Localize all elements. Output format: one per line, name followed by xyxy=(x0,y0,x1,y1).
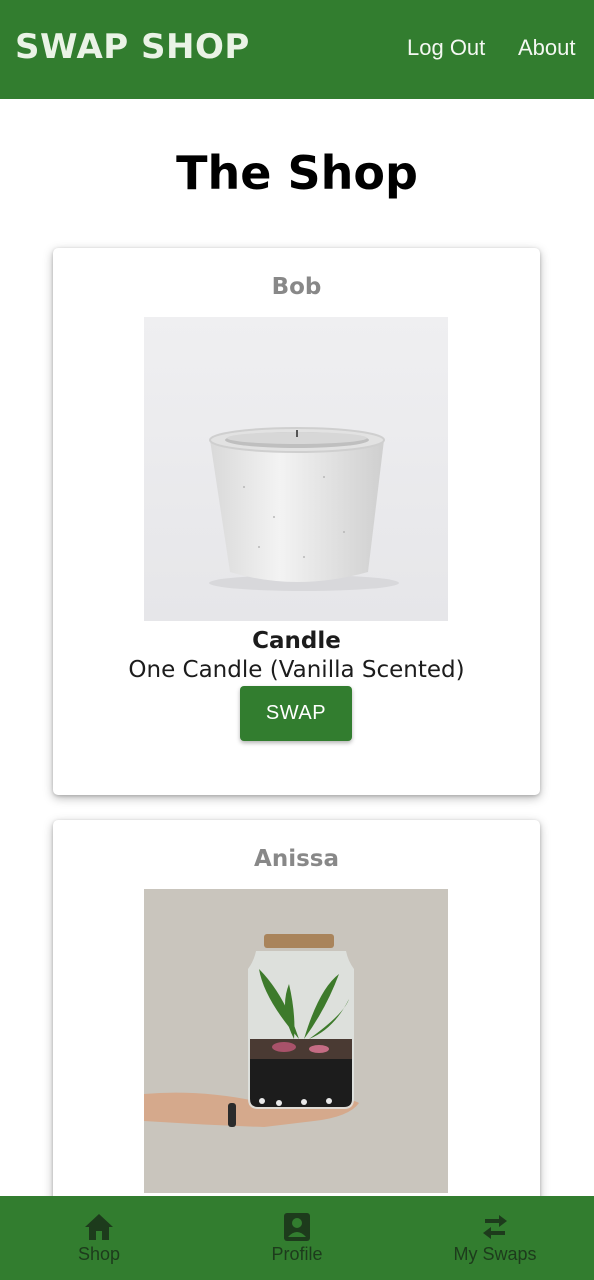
item-description: One Candle (Vanilla Scented) xyxy=(128,657,465,683)
item-card: Bob Candle One Candle (Vanilla Scented) … xyxy=(53,248,540,795)
item-owner: Anissa xyxy=(254,846,339,872)
profile-icon xyxy=(281,1212,313,1242)
tab-profile[interactable]: Profile xyxy=(198,1196,396,1280)
swap-arrows-icon xyxy=(479,1212,511,1242)
app-header: SWAP SHOP Log Out About xyxy=(0,0,594,99)
tab-shop-label: Shop xyxy=(77,1244,121,1264)
tab-my-swaps[interactable]: My Swaps xyxy=(396,1196,594,1280)
tab-profile-label: Profile xyxy=(271,1244,323,1264)
item-photo-candle xyxy=(144,317,448,621)
item-photo-terrarium xyxy=(144,889,448,1193)
page-title: The Shop xyxy=(176,146,418,200)
tab-my-swaps-label: My Swaps xyxy=(453,1244,537,1264)
logout-link[interactable]: Log Out xyxy=(407,35,485,61)
bottom-navigation: Shop Profile My Swaps xyxy=(0,1196,594,1280)
brand-title[interactable]: SWAP SHOP xyxy=(15,27,250,67)
home-icon xyxy=(83,1212,115,1242)
swap-button[interactable]: SWAP xyxy=(240,686,352,741)
item-name: Candle xyxy=(252,628,341,654)
tab-shop[interactable]: Shop xyxy=(0,1196,198,1280)
item-owner: Bob xyxy=(271,274,322,300)
about-link[interactable]: About xyxy=(518,35,576,61)
